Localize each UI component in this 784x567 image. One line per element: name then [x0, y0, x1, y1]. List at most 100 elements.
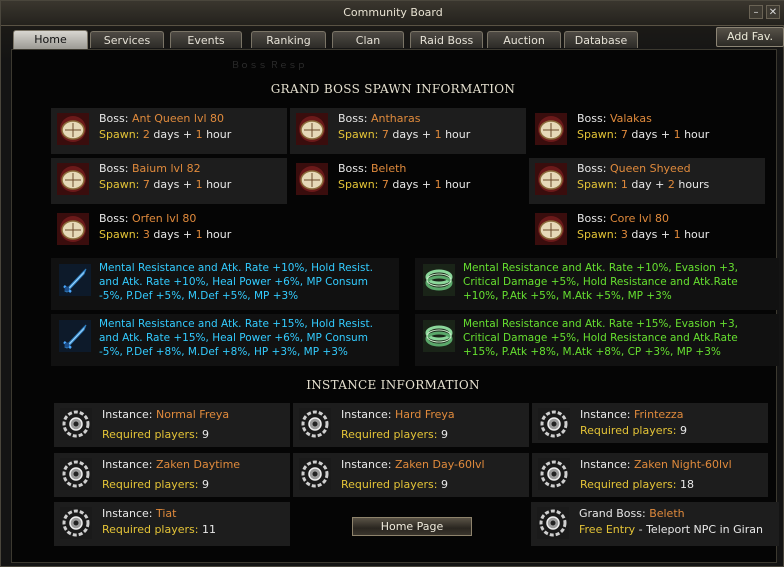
- tab-home[interactable]: Home: [13, 30, 88, 49]
- home-page-button[interactable]: Home Page: [352, 517, 472, 536]
- instance-section-title: INSTANCE INFORMATION: [306, 378, 480, 392]
- spawn-label: Spawn:: [577, 128, 618, 141]
- tab-events[interactable]: Events: [170, 31, 242, 48]
- tab-clan[interactable]: Clan: [332, 31, 404, 48]
- title-bar[interactable]: Community Board – ✕: [1, 1, 784, 26]
- required-players-count: 18: [679, 478, 694, 491]
- required-players-label: Required players:: [341, 478, 438, 491]
- spawn-label: Spawn:: [338, 178, 379, 191]
- clock-compass-icon: [57, 113, 89, 145]
- boss-label: Boss:: [338, 112, 368, 125]
- spawn-hours: 2: [667, 178, 675, 191]
- boss-card: Boss: Ant Queen lvl 80 Spawn: 2 days + 1 …: [51, 108, 287, 154]
- boss-label: Boss:: [99, 162, 129, 175]
- spawn-hours: 1: [195, 178, 203, 191]
- instance-label: Instance:: [580, 458, 631, 471]
- gear-portal-icon: [60, 507, 92, 539]
- gear-portal-icon: [538, 408, 570, 440]
- instance-card: Instance: Normal Freya Required players: …: [54, 403, 290, 447]
- community-board-window: Community Board – ✕ Home Services Events…: [0, 0, 784, 567]
- instance-name: Normal Freya: [156, 408, 230, 421]
- required-players-count: 9: [440, 428, 448, 441]
- required-players-count: 11: [201, 523, 216, 536]
- tab-auction[interactable]: Auction: [487, 31, 561, 48]
- buff-card: Mental Resistance and Atk. Rate +10%, Ev…: [415, 258, 779, 310]
- clock-compass-icon: [296, 163, 328, 195]
- free-entry-detail: - Teleport NPC in Giran: [635, 523, 763, 536]
- tab-services[interactable]: Services: [90, 31, 164, 48]
- buff-description: Mental Resistance and Atk. Rate +15%, Ev…: [463, 318, 738, 358]
- instance-label: Instance:: [341, 458, 392, 471]
- clock-compass-icon: [535, 213, 567, 245]
- spawn-plus: +: [421, 178, 432, 191]
- required-players-count: 9: [201, 478, 209, 491]
- boss-card: Boss: Valakas Spawn: 7 days + 1 hour: [529, 108, 765, 154]
- spawn-plus: +: [660, 228, 671, 241]
- spawn-hours-word: hour: [684, 228, 710, 241]
- tab-raid-boss[interactable]: Raid Boss: [410, 31, 483, 48]
- spawn-days-word: days: [153, 228, 180, 241]
- spawn-hours-word: hour: [206, 128, 232, 141]
- grand-boss-section-title: GRAND BOSS SPAWN INFORMATION: [270, 82, 516, 96]
- buff-card: Mental Resistance and Atk. Rate +15%, Ho…: [51, 314, 399, 366]
- instance-card: Instance: Frintezza Required players: 9: [532, 403, 768, 443]
- instance-name: Hard Freya: [395, 408, 455, 421]
- instance-name: Tiat: [156, 507, 177, 520]
- instance-label: Instance:: [102, 458, 153, 471]
- spawn-days-word: days: [631, 128, 658, 141]
- spawn-hours: 1: [195, 228, 203, 241]
- instance-card: Instance: Zaken Day-60lvl Required player…: [293, 453, 529, 497]
- boss-name: Beleth: [370, 162, 407, 175]
- required-players-label: Required players:: [102, 523, 199, 536]
- clock-compass-icon: [57, 213, 89, 245]
- spawn-plus: +: [660, 128, 671, 141]
- buff-description: Mental Resistance and Atk. Rate +15%, Ho…: [99, 318, 373, 358]
- boss-card: Boss: Baium lvl 82 Spawn: 7 days + 1 hour: [51, 158, 287, 204]
- instance-label: Instance:: [580, 408, 631, 421]
- spawn-label: Spawn:: [338, 128, 379, 141]
- boss-label: Boss:: [577, 212, 607, 225]
- boss-name: Baium lvl 82: [131, 162, 201, 175]
- required-players-label: Required players:: [341, 428, 438, 441]
- spawn-hours-word: hour: [206, 228, 232, 241]
- instance-name: Zaken Daytime: [156, 458, 241, 471]
- faded-header-text: Ｂｏｓｓ Ｒｅｓｐ: [231, 61, 306, 71]
- boss-label: Boss:: [577, 162, 607, 175]
- spawn-label: Spawn:: [99, 178, 140, 191]
- add-favorite-button[interactable]: Add Fav.: [716, 27, 784, 47]
- gear-portal-icon: [537, 507, 569, 539]
- gear-portal-icon: [538, 458, 570, 490]
- required-players-count: 9: [201, 428, 209, 441]
- spawn-hours-word: hour: [445, 178, 471, 191]
- instance-card: Instance: Zaken Daytime Required players:…: [54, 453, 290, 497]
- tab-ranking[interactable]: Ranking: [251, 31, 326, 48]
- grand-boss-name: Beleth: [649, 507, 685, 520]
- spawn-hours-word: hour: [206, 178, 232, 191]
- spawn-days: 1: [620, 178, 628, 191]
- buff-card: Mental Resistance and Atk. Rate +15%, Ev…: [415, 314, 779, 366]
- spawn-hours: 1: [673, 128, 681, 141]
- spawn-days-word: days: [631, 228, 658, 241]
- spawn-hours-word: hour: [445, 128, 471, 141]
- minimize-icon[interactable]: –: [749, 5, 763, 19]
- spawn-label: Spawn:: [577, 178, 618, 191]
- spawn-days-word: days: [392, 128, 419, 141]
- spawn-hours-word: hours: [678, 178, 710, 191]
- close-icon[interactable]: ✕: [766, 5, 780, 19]
- tab-database[interactable]: Database: [564, 31, 638, 48]
- required-players-count: 9: [679, 424, 687, 437]
- gear-portal-icon: [299, 408, 331, 440]
- spawn-label: Spawn:: [577, 228, 618, 241]
- instance-name: Zaken Night-60lvl: [634, 458, 732, 471]
- spawn-days: 3: [142, 228, 150, 241]
- instance-label: Instance:: [102, 408, 153, 421]
- blue-sword-icon: [59, 320, 91, 352]
- spawn-days-word: days: [153, 178, 180, 191]
- spawn-days: 7: [620, 128, 628, 141]
- buff-description: Mental Resistance and Atk. Rate +10%, Ev…: [463, 262, 738, 302]
- spawn-hours: 1: [195, 128, 203, 141]
- boss-card: Boss: Antharas Spawn: 7 days + 1 hour: [290, 108, 526, 154]
- required-players-label: Required players:: [102, 428, 199, 441]
- spawn-days-word: days: [153, 128, 180, 141]
- spawn-days-word: days: [392, 178, 419, 191]
